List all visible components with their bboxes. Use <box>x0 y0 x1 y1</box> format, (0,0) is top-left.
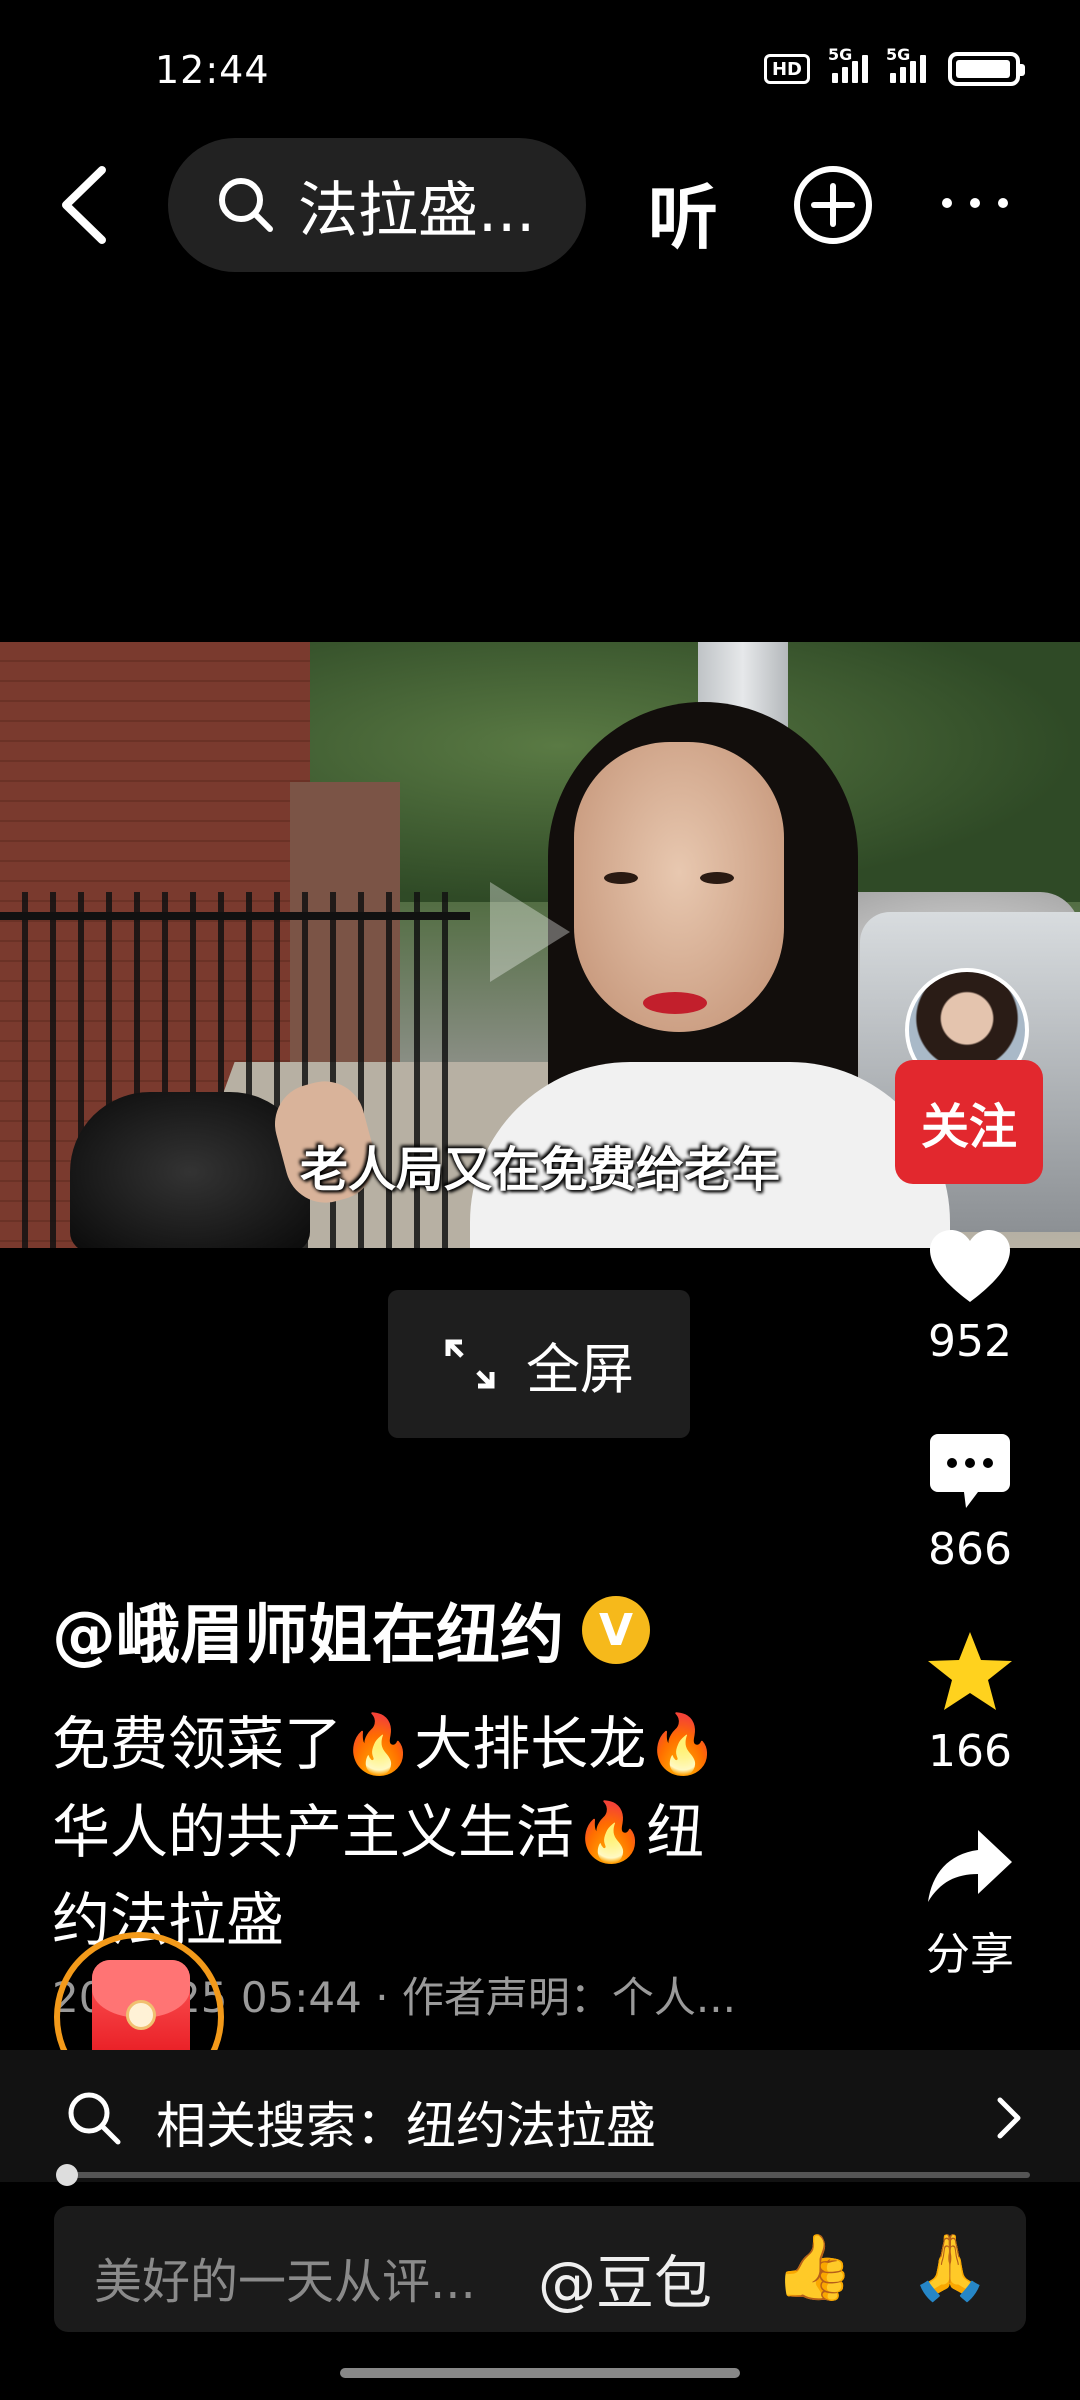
comment-placeholder[interactable]: 美好的一天从评... <box>94 2242 476 2312</box>
play-icon <box>490 882 570 982</box>
listen-button[interactable]: 听 <box>648 162 718 263</box>
progress-handle[interactable] <box>56 2164 78 2186</box>
video-progress-bar[interactable] <box>60 2172 1030 2178</box>
author-name[interactable]: @峨眉师姐在纽约 <box>52 1584 564 1676</box>
hd-voice-icon: HD <box>764 54 810 84</box>
comment-button[interactable]: 866 <box>900 1432 1040 1575</box>
like-button[interactable]: 952 <box>900 1228 1040 1367</box>
search-icon <box>68 2092 121 2145</box>
battery-icon <box>948 52 1025 86</box>
search-icon <box>219 178 273 232</box>
chevron-right-icon <box>997 2097 1021 2139</box>
post-description: 免费领菜了🔥大排长龙🔥 华人的共产主义生活🔥纽 约法拉盛 <box>52 1710 719 1954</box>
related-search-label: 相关搜索：纽约法拉盛 <box>156 2097 656 2155</box>
share-label: 分享 <box>926 1929 1014 1980</box>
signal-icon-2: 5G <box>886 45 926 83</box>
more-icon[interactable] <box>942 198 1008 208</box>
search-text: 法拉盛... <box>298 175 536 246</box>
home-indicator <box>340 2368 740 2378</box>
status-icons: HD 5G 5G <box>764 45 1025 86</box>
related-search-bar[interactable]: 相关搜索：纽约法拉盛 <box>0 2050 1080 2182</box>
mention-doubao-button[interactable]: @豆包 <box>538 2236 712 2320</box>
pray-emoji-button[interactable]: 🙏 <box>910 2230 990 2305</box>
fullscreen-button[interactable]: 全屏 <box>388 1290 690 1438</box>
share-button[interactable]: 分享 <box>900 1826 1040 1982</box>
favorite-button[interactable]: 166 <box>900 1630 1040 1777</box>
star-icon <box>928 1632 1012 1710</box>
expand-icon <box>445 1339 495 1389</box>
thumbs-up-emoji-button[interactable]: 👍 <box>774 2230 854 2305</box>
heart-icon <box>930 1230 1010 1302</box>
author-name-row[interactable]: @峨眉师姐在纽约 V <box>52 1584 650 1676</box>
like-count: 952 <box>928 1316 1012 1367</box>
comment-count: 866 <box>928 1524 1012 1575</box>
fullscreen-label: 全屏 <box>526 1337 634 1401</box>
comment-input-bar[interactable]: 美好的一天从评... @豆包 👍 🙏 <box>54 2206 1026 2332</box>
follow-button[interactable]: 关注 <box>895 1060 1043 1184</box>
back-icon[interactable] <box>52 160 122 250</box>
comment-icon <box>930 1434 1010 1508</box>
status-time: 12:44 <box>155 48 270 92</box>
favorite-count: 166 <box>928 1726 1012 1777</box>
signal-icon-1: 5G <box>828 45 868 83</box>
share-icon <box>928 1830 1012 1902</box>
verified-badge-icon: V <box>582 1596 650 1664</box>
add-circle-icon[interactable] <box>792 164 874 246</box>
search-bar[interactable]: 法拉盛... <box>168 138 586 272</box>
